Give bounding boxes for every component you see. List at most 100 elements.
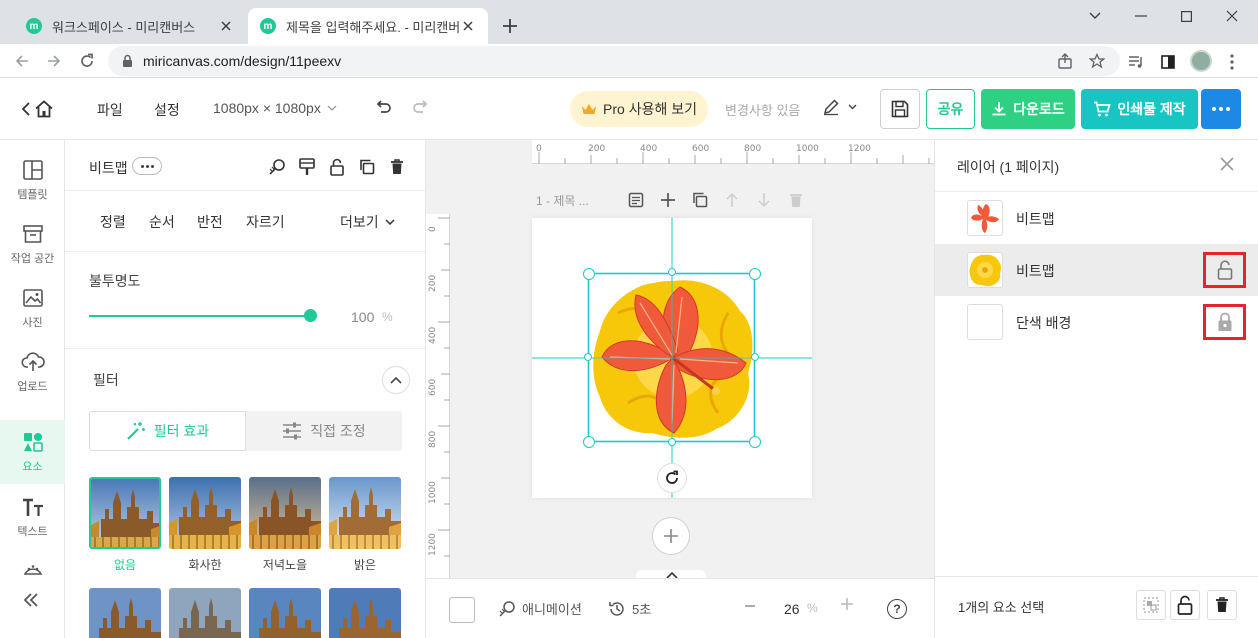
page-duration-button[interactable]: 5초 [608, 599, 651, 618]
resize-handle-right[interactable] [751, 353, 759, 361]
layer-row-hibiscus[interactable]: 비트맵 [935, 192, 1258, 244]
add-page-icon[interactable] [659, 191, 677, 209]
browser-tab-design[interactable]: m 제목을 입력해주세요. - 미리캔버 [248, 8, 488, 44]
move-page-up-icon[interactable] [723, 191, 741, 209]
order-button[interactable]: 순서 [149, 212, 175, 232]
file-menu[interactable]: 파일 [97, 100, 123, 120]
style-copy-icon[interactable] [297, 157, 317, 177]
move-page-down-icon[interactable] [755, 191, 773, 209]
profile-avatar[interactable] [1190, 50, 1212, 72]
animation-button[interactable]: 애니메이션 [498, 599, 582, 618]
rail-item-workspace[interactable]: 작업 공간 [0, 212, 65, 276]
close-layers-icon[interactable] [1219, 156, 1237, 174]
lock-icon[interactable] [122, 54, 133, 68]
resize-handle-bottom[interactable] [668, 438, 676, 446]
layer-row-background[interactable]: 단색 배경 [935, 296, 1258, 348]
more-actions-dropdown[interactable]: 더보기 [340, 212, 395, 232]
maximize-icon[interactable] [1174, 6, 1198, 26]
collapse-panel-icon[interactable] [21, 590, 43, 612]
opacity-slider-handle[interactable] [304, 309, 317, 322]
filter-thumbnail-sunset[interactable] [249, 477, 321, 549]
hibiscus-flower-image[interactable] [588, 273, 758, 443]
redo-icon[interactable] [411, 98, 433, 120]
lock-selection-button[interactable] [1170, 590, 1200, 620]
resize-handle-top-right[interactable] [749, 268, 761, 280]
browser-tab-workspace[interactable]: m 워크스페이스 - 미리캔버스 [14, 8, 246, 44]
filter-thumbnail[interactable] [249, 588, 321, 638]
rail-item-upload[interactable]: 업로드 [0, 340, 65, 404]
zoom-value[interactable]: 26 [784, 601, 800, 617]
canvas-size-dropdown[interactable]: 1080px × 1080px [213, 100, 337, 116]
new-tab-icon[interactable] [500, 16, 520, 36]
duplicate-icon[interactable] [357, 157, 377, 177]
download-button[interactable]: 다운로드 [981, 89, 1075, 129]
media-queue-icon[interactable] [1126, 52, 1146, 72]
page-memo-icon[interactable] [627, 191, 645, 209]
share-button[interactable]: 공유 [926, 89, 975, 129]
opacity-slider-track[interactable] [89, 315, 310, 317]
opacity-value[interactable]: 100 [351, 309, 374, 325]
tab-search-chevron-icon[interactable] [1083, 6, 1107, 26]
save-button[interactable] [880, 89, 920, 129]
reload-icon[interactable] [77, 51, 97, 71]
group-elements-button[interactable] [1136, 590, 1166, 620]
page-title[interactable]: 1 - 제목 ... [536, 192, 589, 209]
resize-handle-bottom-right[interactable] [749, 436, 761, 448]
element-options-button[interactable] [132, 157, 162, 175]
filter-thumbnail-bright[interactable] [329, 477, 401, 549]
filter-collapse-button[interactable] [382, 366, 410, 394]
close-tab-icon[interactable] [218, 18, 234, 34]
zoom-in-button[interactable] [840, 597, 854, 611]
crop-button[interactable]: 자르기 [246, 212, 285, 232]
bookmark-star-icon[interactable] [1088, 52, 1106, 70]
filter-thumbnail[interactable] [329, 588, 401, 638]
tab-manual-adjust[interactable]: 직접 조정 [246, 411, 402, 451]
background-color-swatch[interactable] [449, 597, 475, 623]
duplicate-page-icon[interactable] [691, 191, 709, 209]
filter-thumbnail-vivid[interactable] [169, 477, 241, 549]
delete-icon[interactable] [387, 157, 407, 177]
add-page-button[interactable] [652, 517, 690, 555]
print-order-button[interactable]: 인쇄물 제작 [1081, 89, 1198, 129]
chevron-up-icon[interactable] [666, 571, 678, 578]
filter-thumbnail[interactable] [89, 588, 161, 638]
layer-row-yellow-flower[interactable]: 비트맵 [935, 244, 1258, 296]
more-options-button[interactable] [1201, 89, 1241, 129]
undo-icon[interactable] [373, 98, 395, 120]
resize-handle-top-left[interactable] [583, 268, 595, 280]
delete-page-icon[interactable] [787, 191, 805, 209]
rotate-handle[interactable] [657, 463, 687, 493]
tab-filter-effects[interactable]: 필터 효과 [89, 411, 246, 451]
rail-item-templates[interactable]: 템플릿 [0, 148, 65, 212]
layer-lock-toggle[interactable] [1203, 304, 1246, 340]
flip-button[interactable]: 반전 [197, 212, 223, 232]
delete-selection-button[interactable] [1207, 590, 1237, 620]
filter-thumbnail-none[interactable] [89, 477, 161, 549]
resize-handle-bottom-left[interactable] [583, 436, 595, 448]
animation-tool-icon[interactable] [267, 157, 287, 177]
close-window-icon[interactable] [1220, 6, 1244, 26]
back-arrow-icon[interactable] [12, 51, 32, 71]
layer-lock-toggle[interactable] [1203, 252, 1246, 288]
filter-thumbnail[interactable] [169, 588, 241, 638]
zoom-out-button[interactable] [744, 599, 756, 613]
align-button[interactable]: 정렬 [100, 212, 126, 232]
settings-menu[interactable]: 설정 [154, 100, 180, 120]
side-panel-icon[interactable] [1158, 52, 1178, 72]
address-bar[interactable]: miricanvas.com/design/11peexv [108, 46, 1120, 76]
help-button[interactable]: ? [887, 599, 907, 619]
rail-item-elements[interactable]: 요소 [0, 420, 65, 484]
forward-arrow-icon[interactable] [44, 51, 64, 71]
lock-element-icon[interactable] [327, 157, 347, 177]
home-button[interactable] [22, 98, 54, 120]
try-pro-button[interactable]: Pro 사용해 보기 [570, 91, 708, 127]
rail-item-photos[interactable]: 사진 [0, 276, 65, 340]
minimize-icon[interactable] [1129, 6, 1153, 26]
resize-handle-top[interactable] [668, 268, 676, 276]
browser-menu-icon[interactable] [1222, 52, 1242, 72]
close-tab-icon[interactable] [460, 18, 476, 34]
edit-mode-dropdown[interactable] [822, 98, 857, 116]
resize-handle-left[interactable] [584, 353, 592, 361]
share-page-icon[interactable] [1056, 52, 1074, 70]
design-page[interactable] [532, 218, 812, 498]
